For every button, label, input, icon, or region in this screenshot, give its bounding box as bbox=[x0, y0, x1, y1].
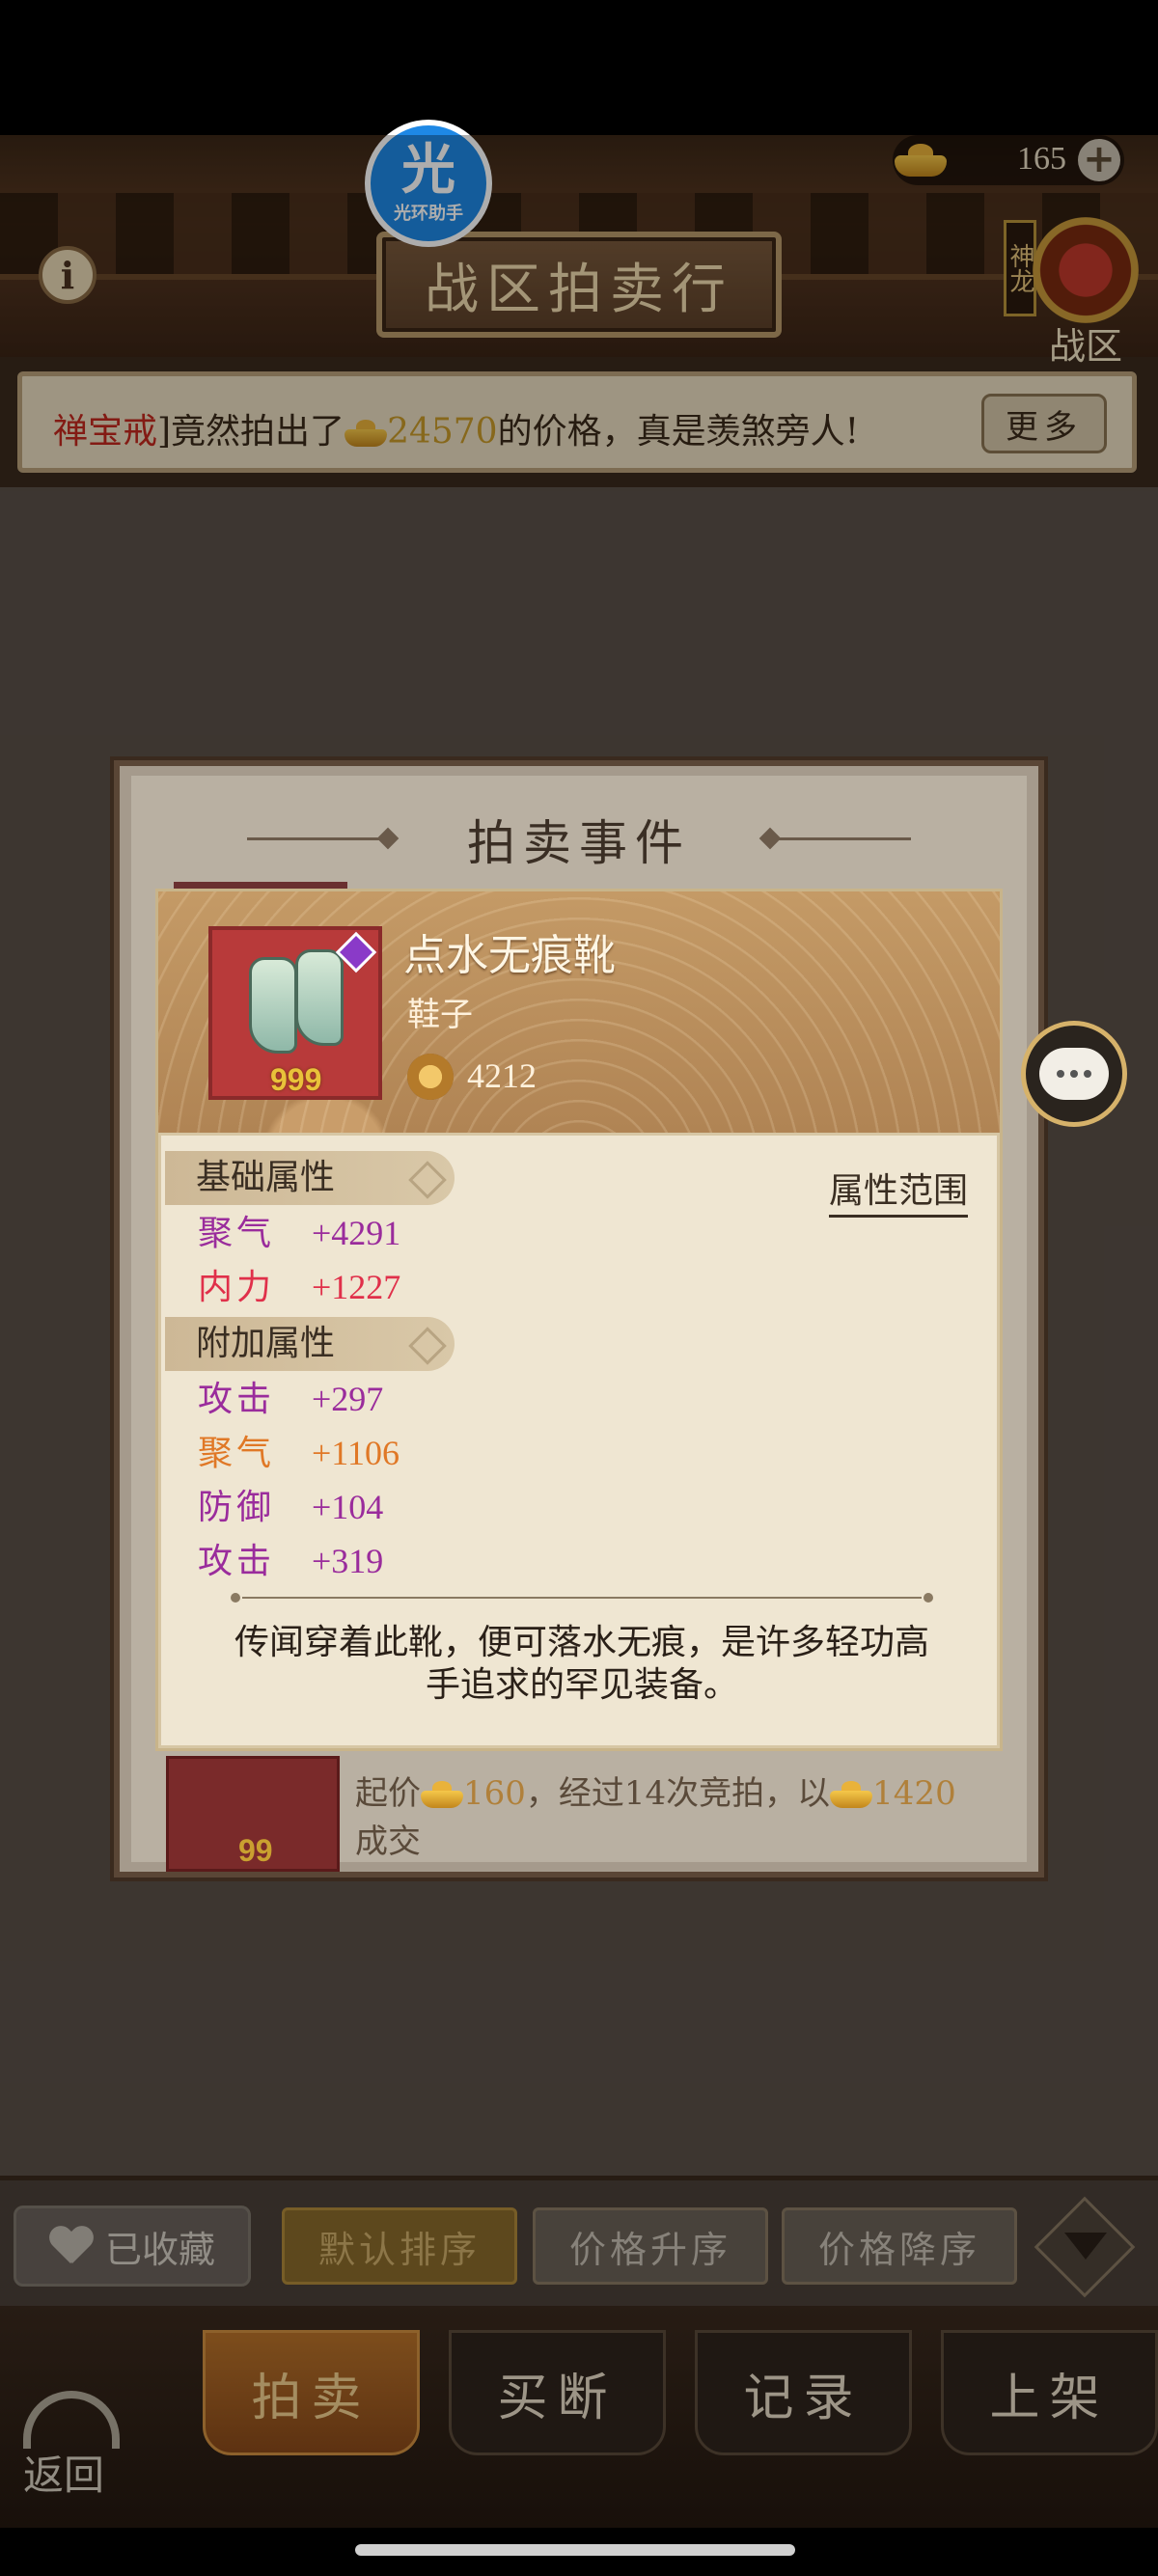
divider bbox=[242, 1597, 922, 1599]
attr-range-link[interactable]: 属性范围 bbox=[828, 1163, 968, 1218]
attr-value: +319 bbox=[312, 1542, 384, 1580]
extra-attr-header: 附加属性 bbox=[165, 1317, 455, 1371]
item-power: 4212 bbox=[467, 1056, 537, 1095]
list-item[interactable]: 99 起价 160，经过14次竞拍，以 1420 成交 bbox=[166, 1756, 1015, 1876]
chat-button[interactable] bbox=[1021, 1021, 1127, 1127]
gold-ingot-icon bbox=[421, 1781, 463, 1810]
home-indicator[interactable] bbox=[355, 2544, 795, 2556]
item-quantity: 999 bbox=[270, 1062, 322, 1097]
attr-row: 攻击 +297 bbox=[198, 1371, 383, 1421]
chat-bubble-icon bbox=[1039, 1048, 1109, 1100]
attr-name: 防御 bbox=[198, 1488, 276, 1527]
attr-row: 内力 +1227 bbox=[198, 1259, 400, 1309]
item-detail-card: 999 点水无痕靴 鞋子 4212 基础属性 属性范围 聚气 +4291 内力 +12… bbox=[158, 891, 1000, 1748]
attr-row: 聚气 +4291 bbox=[198, 1205, 400, 1255]
final-price: 1420 bbox=[872, 1774, 956, 1813]
list-item-text: 起价 160，经过14次竞拍，以 1420 成交 bbox=[355, 1769, 1011, 1866]
item-description: 传闻穿着此靴，便可落水无痕，是许多轻功高手追求的罕见装备。 bbox=[234, 1623, 929, 1705]
attr-name: 聚气 bbox=[198, 1214, 276, 1253]
attr-name: 内力 bbox=[198, 1268, 276, 1307]
attr-name: 聚气 bbox=[198, 1434, 276, 1473]
title-ornament-left bbox=[247, 837, 382, 840]
item-name: 点水无痕靴 bbox=[403, 931, 616, 980]
list-item-status: 成交 bbox=[355, 1822, 421, 1861]
status-bar bbox=[0, 0, 1158, 135]
attr-value: +4291 bbox=[312, 1214, 401, 1252]
attr-value: +104 bbox=[312, 1488, 384, 1526]
item-header: 999 点水无痕靴 鞋子 4212 bbox=[158, 891, 1000, 1133]
boots-icon: 999 bbox=[208, 926, 382, 1100]
list-item-prefix: 起价 bbox=[355, 1774, 421, 1813]
attr-row: 防御 +104 bbox=[198, 1479, 383, 1529]
title-ornament-right bbox=[776, 837, 911, 840]
attr-name: 攻击 bbox=[198, 1542, 276, 1581]
attr-value: +1227 bbox=[312, 1268, 401, 1306]
base-attr-header: 基础属性 bbox=[165, 1151, 455, 1205]
gold-ingot-icon bbox=[830, 1781, 873, 1810]
attr-value: +297 bbox=[312, 1380, 384, 1418]
power-icon bbox=[407, 1054, 454, 1100]
start-price: 160 bbox=[463, 1774, 526, 1813]
list-item-mid: ，经过14次竞拍，以 bbox=[525, 1774, 831, 1813]
list-item-qty: 99 bbox=[238, 1833, 273, 1868]
item-type: 鞋子 bbox=[407, 996, 473, 1034]
attr-row: 聚气 +1106 bbox=[198, 1425, 400, 1475]
attr-name: 攻击 bbox=[198, 1380, 276, 1419]
list-item-thumb: 99 bbox=[166, 1756, 340, 1872]
attr-value: +1106 bbox=[312, 1434, 400, 1472]
attr-row: 攻击 +319 bbox=[198, 1533, 383, 1583]
auction-screen: 战区拍卖行 i 光 光环助手 165 + 神龙 战区 禅宝戒]竟然拍出了 2457… bbox=[0, 0, 1158, 2576]
item-attributes: 基础属性 属性范围 聚气 +4291 内力 +1227 附加属性 攻击 +297 聚气 +1… bbox=[158, 1133, 1000, 1748]
